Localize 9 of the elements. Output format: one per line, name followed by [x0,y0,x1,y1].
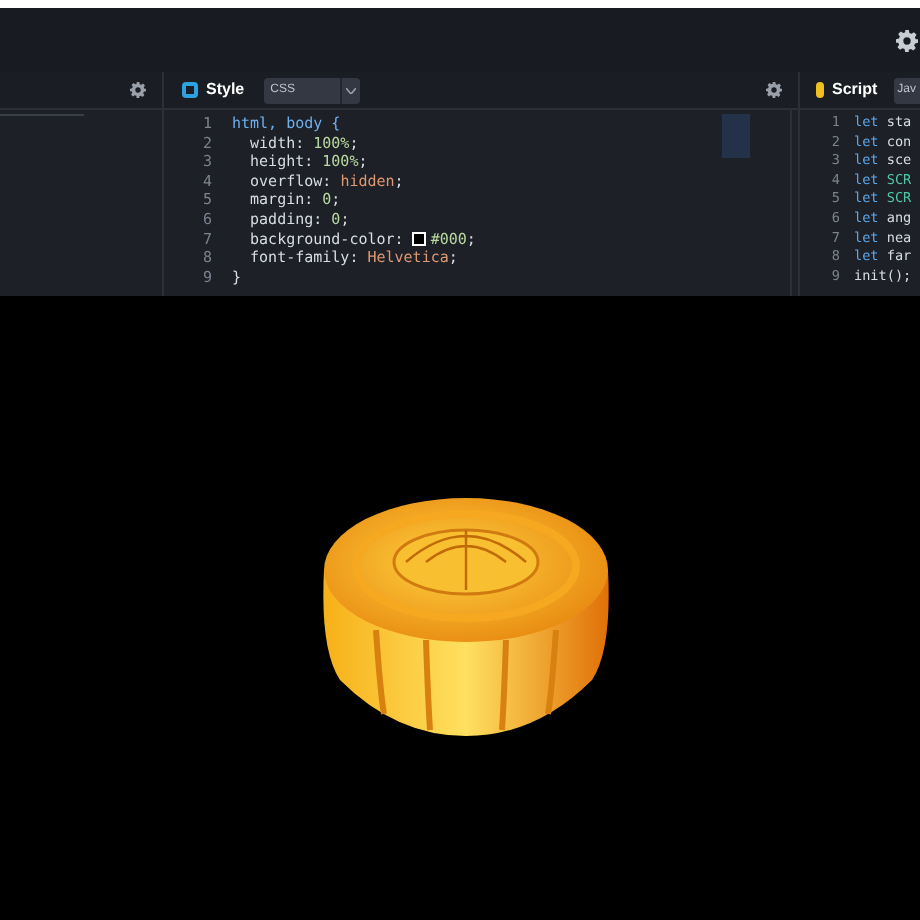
settings-icon[interactable] [766,82,782,98]
settings-icon[interactable] [896,29,918,51]
css-icon [182,82,198,98]
panel-title: Script [831,78,878,102]
panel-title: Style [206,78,245,102]
color-swatch[interactable] [412,231,427,246]
settings-icon[interactable] [130,82,146,98]
caret-icon [340,77,361,103]
js-icon [816,82,824,98]
